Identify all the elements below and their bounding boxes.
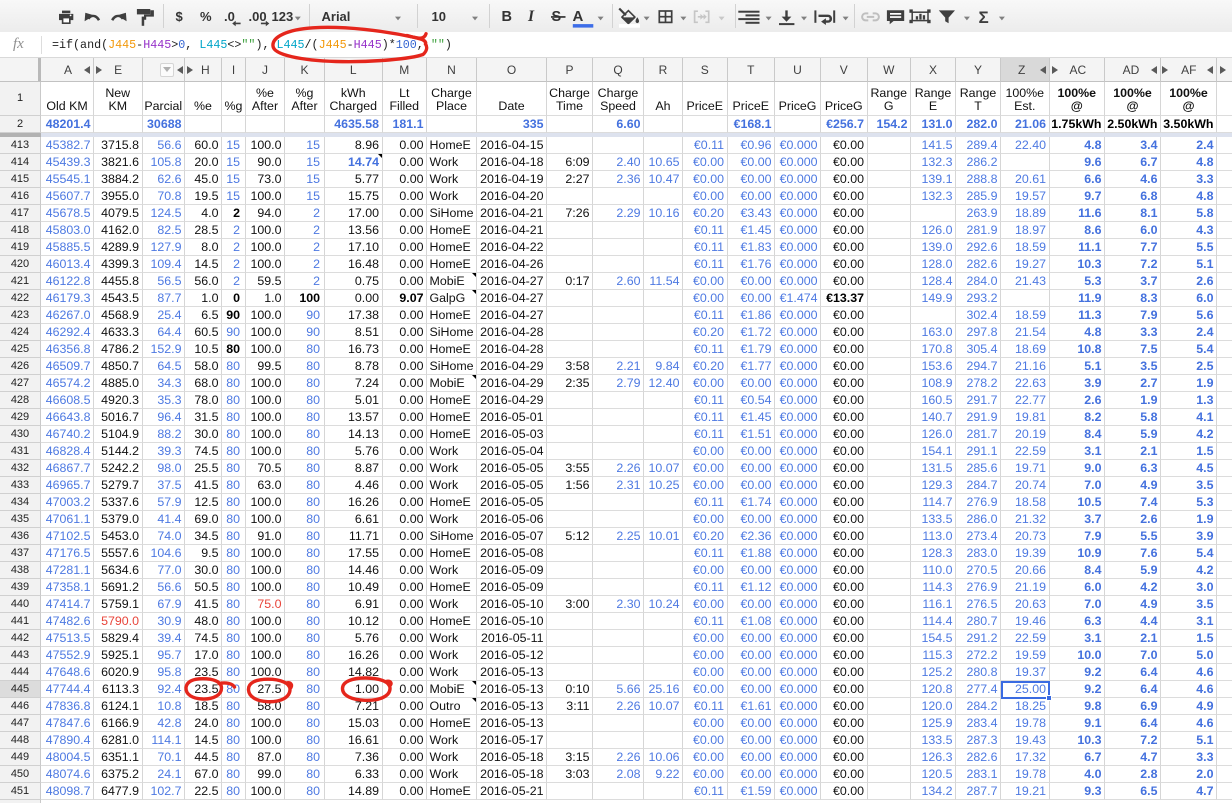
svg-text:I: I (527, 8, 535, 25)
svg-text:$: $ (176, 9, 184, 24)
svg-text:A: A (573, 8, 584, 25)
svg-text:10: 10 (432, 9, 446, 24)
svg-text:Arial: Arial (322, 9, 351, 24)
svg-text:%: % (200, 9, 212, 24)
svg-text:.0: .0 (224, 9, 235, 24)
svg-text:B: B (502, 9, 512, 25)
svg-text:.00: .00 (249, 9, 267, 24)
svg-text:Σ: Σ (979, 8, 989, 27)
svg-text:123: 123 (272, 9, 294, 24)
